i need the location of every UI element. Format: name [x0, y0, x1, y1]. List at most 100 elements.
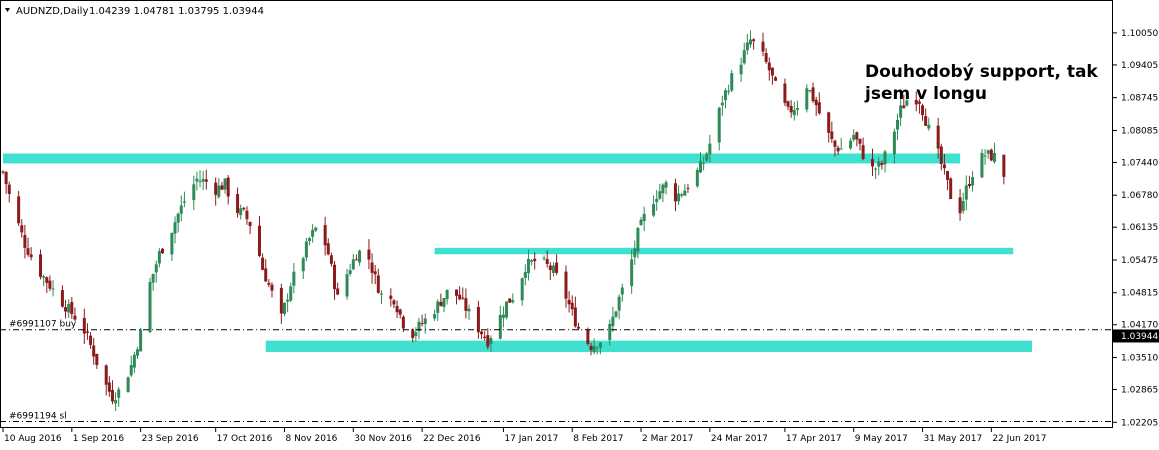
bear-candle [89, 335, 93, 345]
bear-candle [367, 249, 371, 260]
bull-candle [636, 227, 640, 252]
bear-candle [858, 138, 862, 144]
bear-candle [939, 146, 943, 164]
bull-candle [520, 278, 524, 301]
bull-candle [680, 194, 684, 196]
bear-candle [420, 323, 424, 325]
bull-candle [526, 258, 530, 274]
chart-header: AUDNZD,Daily 1.04239 1.04781 1.03795 1.0… [5, 6, 264, 17]
bull-candle [727, 90, 731, 92]
bull-candle [633, 248, 637, 258]
time-tick-label: 30 Nov 2016 [354, 434, 412, 444]
bear-candle [85, 331, 89, 333]
bull-candle [745, 42, 749, 51]
bear-candle [486, 335, 490, 347]
bull-candle [617, 296, 621, 311]
price-tick-label: 1.03510 [1121, 353, 1158, 363]
bull-candle [511, 300, 515, 303]
bull-candle [720, 102, 724, 106]
bull-candle [436, 301, 440, 313]
bull-candle [892, 131, 896, 155]
bear-candle [370, 262, 374, 273]
price-chart[interactable]: #6991107 buy #6991194 sl AUDNZD,Daily 1.… [0, 0, 1159, 450]
bull-candle [489, 338, 493, 345]
bear-candle [92, 345, 96, 357]
time-tick-label: 22 Jun 2017 [992, 434, 1046, 444]
bull-candle [351, 259, 355, 270]
bear-candle [770, 67, 774, 76]
bear-candle [248, 222, 252, 227]
bear-candle [7, 184, 11, 194]
bull-candle [501, 314, 505, 318]
bull-candle [795, 108, 799, 110]
time-tick-label: 1 Sep 2016 [73, 434, 125, 444]
bull-candle [301, 258, 305, 272]
bull-candle [42, 276, 46, 278]
bull-candle [630, 259, 634, 287]
price-tick-label: 1.04170 [1121, 321, 1158, 331]
bear-candle [110, 390, 114, 402]
bear-candle [398, 309, 402, 315]
bear-candle [220, 185, 224, 190]
bull-candle [311, 229, 315, 237]
bull-candle [414, 332, 418, 337]
time-tick-label: 17 Jan 2017 [504, 434, 558, 444]
bear-candle [45, 277, 49, 283]
time-tick-label: 24 Mar 2017 [711, 434, 768, 444]
bear-candle [924, 116, 928, 126]
bull-candle [345, 274, 349, 297]
bear-candle [373, 271, 377, 275]
bull-candle [839, 148, 843, 150]
bear-candle [20, 225, 24, 233]
bull-candle [308, 238, 312, 242]
bull-candle [708, 143, 712, 155]
bear-candle [761, 41, 765, 52]
bear-candle [107, 382, 111, 392]
bull-candle [683, 190, 687, 196]
bear-candle [323, 225, 327, 246]
bear-candle [242, 207, 246, 210]
bull-candle [705, 153, 709, 161]
bull-candle [992, 153, 996, 162]
bear-candle [936, 125, 940, 149]
bear-candle [564, 271, 568, 299]
bull-candle [192, 184, 196, 201]
bull-candle [642, 213, 646, 222]
bear-candle [464, 298, 468, 311]
bear-candle [476, 307, 480, 333]
bull-candle [51, 288, 55, 290]
bear-candle [23, 235, 27, 248]
time-tick-label: 31 May 2017 [924, 434, 983, 444]
bear-candle [989, 149, 993, 161]
bull-candle [739, 64, 743, 75]
time-tick-label: 23 Sep 2016 [142, 434, 199, 444]
bear-candle [4, 171, 8, 185]
bear-candle [686, 187, 690, 189]
bear-candle [392, 300, 396, 305]
bull-candle [505, 301, 509, 318]
support-zone[interactable] [265, 340, 1033, 353]
bear-candle [555, 262, 559, 273]
bear-candle [573, 307, 577, 327]
bear-candle [333, 264, 337, 290]
bear-candle [545, 259, 549, 265]
bull-candle [348, 270, 352, 274]
bull-candle [217, 185, 221, 197]
bull-candle [182, 201, 186, 203]
bull-candle [170, 232, 174, 255]
middle-resistance-zone[interactable] [434, 247, 1014, 255]
bear-candle [354, 259, 358, 261]
bear-candle [161, 248, 165, 254]
bull-candle [223, 178, 227, 190]
bull-candle [695, 169, 699, 187]
time-tick-label: 22 Dec 2016 [423, 434, 481, 444]
upper-resistance-zone[interactable] [3, 153, 961, 164]
bear-candle [589, 345, 593, 350]
bull-candle [135, 349, 139, 356]
bear-candle [455, 289, 459, 296]
bull-candle [530, 260, 534, 262]
time-tick-label: 17 Oct 2016 [217, 434, 273, 444]
bear-candle [949, 178, 953, 199]
bull-candle [523, 272, 527, 278]
bull-candle [117, 389, 121, 398]
